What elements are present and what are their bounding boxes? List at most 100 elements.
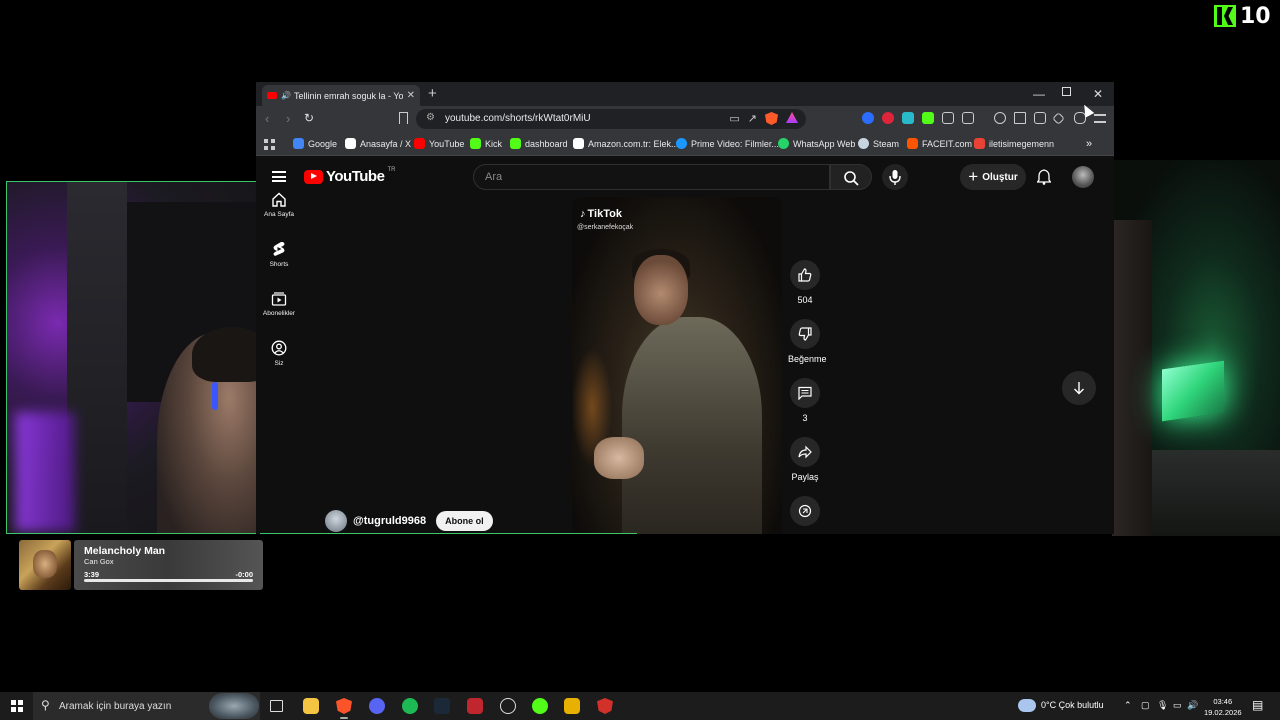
kick-extension-icon[interactable] (922, 112, 934, 124)
share-button[interactable]: Paylaş (788, 437, 822, 482)
subscribe-button[interactable]: Abone ol (436, 511, 493, 531)
leo-ai-icon[interactable] (1052, 112, 1065, 125)
bookmark-x[interactable]: Anasayfa / X (345, 138, 411, 149)
amazon-icon (573, 138, 584, 149)
task-view-icon[interactable] (270, 700, 283, 712)
apps-grid-icon[interactable] (264, 139, 275, 150)
search-icon (844, 171, 859, 186)
extension-6-icon[interactable] (962, 112, 974, 124)
tab-youtube[interactable]: 🔊 Tellinin emrah soguk la - YouTube ✕ (262, 85, 420, 106)
address-bar[interactable]: ⚙ youtube.com/shorts/rkWtat0rMiU ▭ ↗ (416, 109, 806, 129)
windows-start-icon[interactable] (11, 700, 23, 712)
microphone-icon[interactable]: 🎙 (1157, 700, 1168, 711)
file-explorer-icon[interactable] (303, 698, 319, 714)
remix-button[interactable] (788, 496, 822, 531)
taskbar-search[interactable]: ⚲ Aramak için buraya yazın (33, 692, 260, 720)
dislike-button[interactable]: Beğenme (788, 319, 827, 364)
clock-date: 19.02.2026 (1204, 708, 1242, 717)
short-video-player[interactable]: ♪ TikTok @serkanefekoçak (572, 197, 782, 534)
bookmark-amazon[interactable]: Amazon.com.tr: Elek... (573, 138, 679, 149)
sidebar-item-you[interactable]: Siz (256, 340, 302, 367)
kick-icon (470, 138, 481, 149)
security-app-icon[interactable] (597, 698, 613, 714)
next-short-button[interactable] (1062, 371, 1096, 405)
prime-video-icon (676, 138, 687, 149)
bookmark-steam[interactable]: Steam (858, 138, 899, 149)
sidebar-item-shorts[interactable]: Shorts (256, 241, 302, 268)
extension-2-icon[interactable] (882, 112, 894, 124)
brave-shields-icon[interactable] (765, 112, 778, 125)
channel-name[interactable]: @tugruld9968 (353, 515, 426, 527)
you-icon (271, 340, 287, 356)
sidebar-item-subscriptions[interactable]: Abonelikler (256, 291, 302, 317)
close-window-button[interactable]: ✕ (1093, 87, 1103, 101)
album-art (19, 540, 71, 590)
bookmark-icon[interactable] (399, 112, 408, 124)
bookmark-kick[interactable]: Kick (470, 138, 502, 149)
bookmark-gmail[interactable]: iletisimegemenn (974, 138, 1054, 149)
bookmark-prime-video[interactable]: Prime Video: Filmler... (676, 138, 779, 149)
comments-button[interactable]: 3 (788, 378, 822, 423)
close-tab-icon[interactable]: ✕ (407, 90, 415, 101)
bookmark-youtube[interactable]: YouTube (414, 138, 464, 149)
share-icon[interactable]: ↗ (748, 112, 757, 125)
channel-avatar[interactable] (325, 510, 347, 532)
track-artist: Can Gox (84, 557, 114, 566)
voicemeeter-icon[interactable] (467, 698, 483, 714)
webcam-right (1112, 160, 1280, 536)
mic-icon (889, 170, 901, 185)
more-bookmarks-icon[interactable]: » (1086, 138, 1092, 150)
back-button[interactable]: ‹ (265, 111, 269, 126)
steam-icon[interactable] (434, 698, 450, 714)
network-icon[interactable]: ▭ (1173, 700, 1182, 711)
sidebar-item-home[interactable]: Ana Sayfa (256, 192, 302, 218)
notifications-bell-icon[interactable] (1037, 169, 1051, 185)
tiktok-handle: @serkanefekoçak (577, 224, 634, 231)
notifications-icon[interactable]: ▤ (1252, 698, 1263, 712)
account-avatar[interactable] (1072, 166, 1094, 188)
create-button[interactable]: + Oluştur (960, 164, 1026, 190)
minimize-button[interactable]: — (1033, 87, 1045, 101)
obs-icon[interactable] (500, 698, 516, 714)
extension-3-icon[interactable] (902, 112, 914, 124)
extensions-puzzle-icon[interactable] (942, 112, 954, 124)
speaker-icon[interactable]: 🔊 (281, 91, 291, 100)
site-info-icon[interactable]: ⚙ (426, 112, 435, 123)
discord-icon[interactable] (369, 698, 385, 714)
arrow-down-icon (1074, 382, 1084, 395)
hamburger-menu-icon[interactable] (272, 171, 286, 182)
search-button[interactable] (830, 164, 872, 190)
forward-button[interactable]: › (286, 111, 290, 126)
new-tab-button[interactable]: + (428, 86, 437, 102)
like-button[interactable]: 504 (788, 260, 822, 305)
brave-browser-icon[interactable] (336, 698, 352, 714)
spotify-icon[interactable] (402, 698, 418, 714)
weather-text[interactable]: 0°C Çok bulutlu (1041, 700, 1104, 710)
volume-icon[interactable]: 🔊 (1187, 700, 1198, 711)
app-yellow-icon[interactable] (564, 698, 580, 714)
voice-search-button[interactable] (882, 164, 908, 190)
maximize-button[interactable] (1062, 87, 1071, 96)
bookmark-google[interactable]: Google (293, 138, 337, 149)
bookmark-dashboard[interactable]: dashboard (510, 138, 568, 149)
youtube-logo[interactable]: YouTube TR (304, 167, 395, 185)
menu-icon[interactable] (1094, 114, 1106, 123)
tray-expand-icon[interactable]: ⌃ (1124, 700, 1132, 711)
wallet-icon[interactable] (1034, 112, 1046, 124)
sidebar-icon[interactable] (1014, 112, 1026, 124)
cast-icon[interactable]: ▭ (729, 112, 739, 125)
shorts-icon (273, 242, 285, 256)
kick-viewer-count: 10 (1240, 3, 1271, 29)
music-icon[interactable] (994, 112, 1006, 124)
youtube-favicon-icon (267, 92, 277, 99)
browser-toolbar: ‹ › ↻ ⚙ youtube.com/shorts/rkWtat0rMiU ▭… (256, 106, 1114, 132)
extension-1-icon[interactable] (862, 112, 874, 124)
bookmark-whatsapp[interactable]: WhatsApp Web (778, 138, 855, 149)
kick-app-icon[interactable] (532, 698, 548, 714)
brave-rewards-icon[interactable] (786, 112, 798, 123)
bookmark-faceit[interactable]: FACEIT.com (907, 138, 972, 149)
clock[interactable]: 03:46 19.02.2026 (1204, 696, 1242, 718)
tray-app-icon[interactable]: ▢ (1141, 700, 1150, 711)
search-input[interactable]: Ara (473, 164, 830, 190)
reload-button[interactable]: ↻ (304, 111, 314, 126)
